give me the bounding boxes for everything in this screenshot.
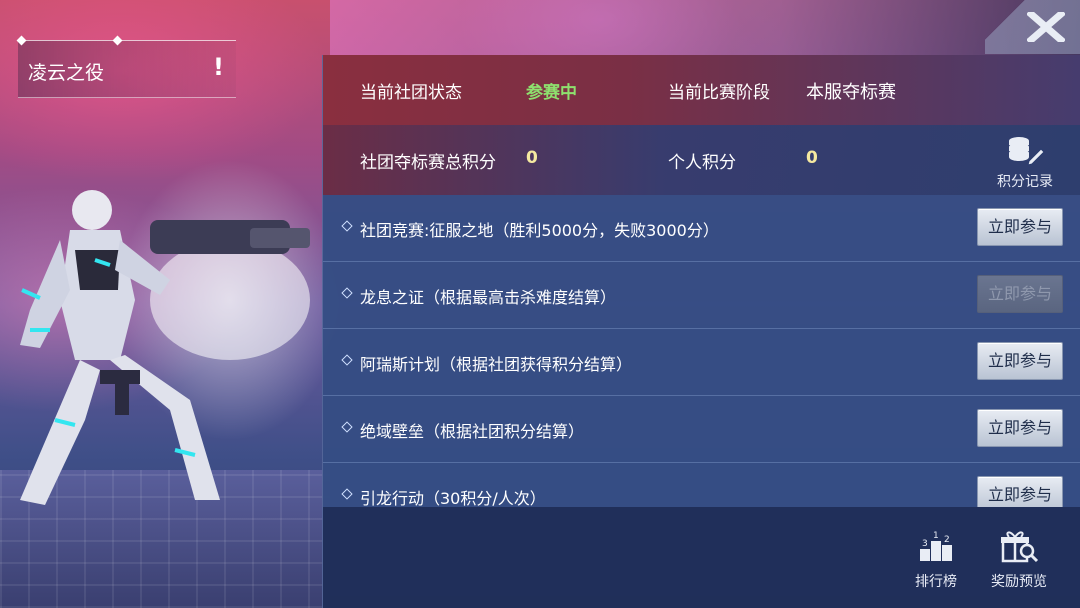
activity-text: 绝域壁垒（根据社团积分结算）: [360, 422, 585, 441]
join-now-button[interactable]: 立即参与: [977, 409, 1063, 447]
points-log-label: 积分记录: [997, 174, 1053, 190]
activity-list[interactable]: 社团竞赛:征服之地（胜利5000分，失败3000分） 立即参与 龙息之证（根据最…: [323, 195, 1080, 507]
close-icon: [1027, 12, 1065, 42]
personal-points-label: 个人积分: [668, 153, 736, 173]
diamond-bullet-icon: [341, 488, 353, 500]
reward-preview-button[interactable]: 奖励预览: [984, 529, 1054, 591]
event-title: 凌云之役: [28, 62, 105, 84]
activity-item: 社团竞赛:征服之地（胜利5000分，失败3000分） 立即参与: [323, 195, 1080, 262]
club-event-panel: 当前社团状态 参赛中 当前比赛阶段 本服夺标赛 社团夺标赛总积分 0 个人积分 …: [322, 55, 1080, 608]
character-illustration: [20, 190, 310, 505]
club-status-value: 参赛中: [526, 83, 577, 103]
points-log-button[interactable]: 积分记录: [985, 135, 1065, 191]
svg-text:2: 2: [944, 535, 950, 545]
activity-text: 阿瑞斯计划（根据社团获得积分结算）: [360, 355, 633, 374]
activity-item: 龙息之证（根据最高击杀难度结算） 立即参与: [323, 262, 1080, 329]
info-exclamation-icon[interactable]: !: [213, 53, 224, 81]
status-row-points: 社团夺标赛总积分 0 个人积分 0 积分记录: [323, 125, 1080, 195]
club-points-label: 社团夺标赛总积分: [360, 153, 496, 173]
join-now-button[interactable]: 立即参与: [977, 208, 1063, 246]
personal-points-value: 0: [806, 148, 818, 168]
gift-search-icon: [1001, 531, 1039, 563]
event-title-box: 凌云之役 !: [18, 40, 236, 98]
activity-text: 社团竞赛:征服之地（胜利5000分，失败3000分）: [360, 221, 719, 240]
diamond-bullet-icon: [341, 421, 353, 433]
join-now-button-disabled: 立即参与: [977, 275, 1063, 313]
activity-item: 阿瑞斯计划（根据社团获得积分结算） 立即参与: [323, 329, 1080, 396]
match-stage-value: 本服夺标赛: [806, 82, 896, 103]
svg-text:3: 3: [922, 539, 928, 549]
svg-text:1: 1: [933, 531, 939, 541]
match-stage-label: 当前比赛阶段: [668, 83, 770, 103]
diamond-bullet-icon: [341, 354, 353, 366]
podium-icon: 3 1 2: [920, 531, 952, 561]
activity-text: 引龙行动（30积分/人次）: [360, 489, 546, 507]
activity-item: 绝域壁垒（根据社团积分结算） 立即参与: [323, 396, 1080, 463]
join-now-button[interactable]: 立即参与: [977, 476, 1063, 507]
diamond-bullet-icon: [341, 220, 353, 232]
top-background-band: [330, 0, 1080, 55]
club-status-label: 当前社团状态: [360, 83, 462, 103]
ranking-button[interactable]: 3 1 2 排行榜: [901, 529, 971, 591]
bottom-bar: 3 1 2 排行榜 奖励预览: [323, 507, 1080, 608]
ranking-label: 排行榜: [915, 574, 957, 590]
close-button[interactable]: [985, 0, 1080, 54]
reward-preview-label: 奖励预览: [991, 574, 1047, 590]
club-points-value: 0: [526, 148, 538, 168]
diamond-bullet-icon: [341, 287, 353, 299]
coin-stack-icon: [1009, 137, 1045, 166]
join-now-button[interactable]: 立即参与: [977, 342, 1063, 380]
activity-text: 龙息之证（根据最高击杀难度结算）: [360, 288, 617, 307]
activity-item: 引龙行动（30积分/人次） 立即参与: [323, 463, 1080, 507]
status-row-club: 当前社团状态 参赛中 当前比赛阶段 本服夺标赛: [323, 55, 1080, 125]
